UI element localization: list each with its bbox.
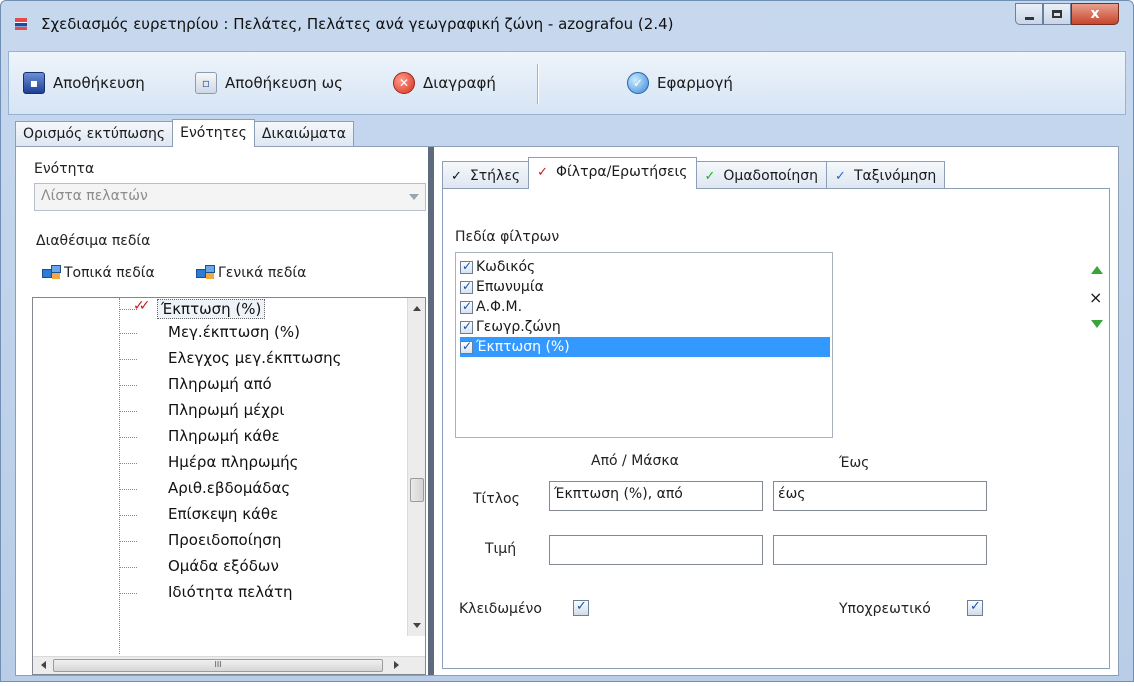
locked-label: Κλειδωμένο bbox=[459, 601, 542, 617]
apply-checkmark-icon: ✓ bbox=[627, 72, 649, 94]
tab-columns[interactable]: ✓ Στήλες bbox=[442, 161, 530, 189]
move-up-arrow-icon[interactable] bbox=[1091, 266, 1103, 274]
application-window: Σχεδιασμός ευρετηρίου : Πελάτες, Πελάτες… bbox=[0, 0, 1134, 682]
checkbox[interactable] bbox=[460, 259, 473, 274]
minimize-icon bbox=[1024, 16, 1034, 20]
delete-label: Διαγραφή bbox=[423, 74, 496, 92]
value-label: Τιμή bbox=[485, 541, 517, 557]
general-fields-icon bbox=[196, 265, 215, 279]
scroll-right-icon[interactable] bbox=[394, 661, 399, 669]
scroll-down-icon[interactable] bbox=[413, 623, 421, 628]
close-button[interactable]: x bbox=[1071, 3, 1119, 25]
scroll-up-icon[interactable] bbox=[413, 306, 421, 311]
value-to-input[interactable] bbox=[773, 535, 987, 565]
apply-button[interactable]: ✓ Εφαρμογή bbox=[627, 72, 733, 94]
check-icon: ✓ bbox=[537, 165, 549, 180]
checkbox[interactable] bbox=[460, 319, 473, 334]
list-item[interactable]: Έκπτωση (%) bbox=[460, 337, 830, 357]
filters-panel: Πεδία φίλτρων Κωδικός Επωνυμία Α.Φ.Μ. Γε… bbox=[442, 188, 1110, 669]
check-icon: ✓ bbox=[704, 169, 716, 184]
title-from-input[interactable]: Έκπτωση (%), από bbox=[549, 481, 763, 511]
section-select[interactable]: Λίστα πελατών bbox=[34, 183, 426, 211]
local-fields-icon bbox=[42, 265, 61, 279]
sub-tabs: ✓ Στήλες ✓ Φίλτρα/Ερωτήσεις ✓ Ομαδοποίηση ✓… bbox=[442, 157, 946, 189]
tab-filters[interactable]: ✓ Φίλτρα/Ερωτήσεις bbox=[528, 157, 697, 189]
fields-tree[interactable]: ✓✓ Έκπτωση (%) Μεγ.έκπτωση (%) Ελεγχος μ… bbox=[32, 297, 426, 675]
section-select-value: Λίστα πελατών bbox=[41, 188, 148, 204]
tab-grouping[interactable]: ✓ Ομαδοποίηση bbox=[695, 161, 828, 189]
window-controls: x bbox=[1015, 3, 1119, 25]
save-button[interactable]: ▪ Αποθήκευση bbox=[23, 72, 145, 94]
toolbar: ▪ Αποθήκευση ▫ Αποθήκευση ως ✕ Διαγραφή … bbox=[8, 51, 1126, 115]
required-label: Υποχρεωτικό bbox=[839, 601, 931, 617]
title-bar: Σχεδιασμός ευρετηρίου : Πελάτες, Πελάτες… bbox=[1, 1, 1133, 51]
checkbox[interactable] bbox=[460, 339, 473, 354]
scroll-left-icon[interactable] bbox=[41, 661, 46, 669]
app-logo-icon bbox=[15, 15, 30, 33]
title-label: Τίτλος bbox=[473, 491, 520, 507]
filter-fields-label: Πεδία φίλτρων bbox=[455, 229, 560, 245]
delete-button[interactable]: ✕ Διαγραφή bbox=[393, 72, 496, 94]
local-fields-text: Τοπικά πεδία bbox=[64, 265, 155, 281]
checkbox[interactable] bbox=[460, 279, 473, 294]
remove-field-icon[interactable]: × bbox=[1089, 288, 1102, 307]
check-icon: ✓ bbox=[835, 169, 846, 184]
general-fields-text: Γενικά πεδία bbox=[218, 265, 307, 281]
section-label: Ενότητα bbox=[34, 161, 95, 177]
tree-guide-line bbox=[119, 298, 120, 654]
close-icon: x bbox=[1090, 6, 1100, 22]
left-panel: Ενότητα Λίστα πελατών Διαθέσιμα πεδία Το… bbox=[16, 147, 428, 675]
red-check-icon: ✓✓ bbox=[133, 298, 151, 314]
save-as-button[interactable]: ▫ Αποθήκευση ως bbox=[195, 72, 343, 94]
available-fields-label: Διαθέσιμα πεδία bbox=[36, 233, 151, 249]
tab-print-definition[interactable]: Ορισμός εκτύπωσης bbox=[15, 121, 174, 147]
sections-content: Ενότητα Λίστα πελατών Διαθέσιμα πεδία Το… bbox=[15, 146, 1119, 676]
list-item[interactable]: Γεωγρ.ζώνη bbox=[460, 317, 830, 337]
tree-horizontal-scrollbar[interactable]: III bbox=[33, 656, 425, 674]
value-from-input[interactable] bbox=[549, 535, 763, 565]
check-icon: ✓ bbox=[451, 169, 462, 184]
local-fields-link[interactable]: Τοπικά πεδία bbox=[42, 265, 155, 281]
from-mask-header: Από / Μάσκα bbox=[591, 453, 679, 469]
filter-fields-list[interactable]: Κωδικός Επωνυμία Α.Φ.Μ. Γεωγρ.ζώνη Έκπτω… bbox=[455, 252, 833, 438]
title-to-input[interactable]: έως bbox=[773, 481, 987, 511]
main-tabs: Ορισμός εκτύπωσης Ενότητες Δικαιώματα bbox=[15, 119, 354, 147]
move-down-arrow-icon[interactable] bbox=[1091, 320, 1103, 328]
hscroll-thumb[interactable]: III bbox=[53, 659, 383, 672]
locked-checkbox[interactable] bbox=[573, 599, 589, 616]
tab-sections[interactable]: Ενότητες bbox=[172, 119, 255, 147]
window-title: Σχεδιασμός ευρετηρίου : Πελάτες, Πελάτες… bbox=[41, 15, 674, 33]
minimize-button[interactable] bbox=[1015, 3, 1043, 25]
right-panel: ✓ Στήλες ✓ Φίλτρα/Ερωτήσεις ✓ Ομαδοποίηση ✓… bbox=[434, 147, 1118, 675]
to-header: Έως bbox=[839, 455, 870, 471]
checkbox[interactable] bbox=[460, 299, 473, 314]
save-label: Αποθήκευση bbox=[53, 74, 145, 92]
list-item[interactable]: Α.Φ.Μ. bbox=[460, 297, 830, 317]
list-item[interactable]: Κωδικός bbox=[460, 257, 830, 277]
chevron-down-icon bbox=[409, 194, 419, 200]
toolbar-separator bbox=[537, 64, 538, 104]
maximize-icon bbox=[1052, 10, 1062, 18]
floppy-disk-icon: ▪ bbox=[23, 72, 45, 94]
scroll-thumb[interactable] bbox=[410, 478, 424, 502]
list-item[interactable]: Επωνυμία bbox=[460, 277, 830, 297]
tree-vertical-scrollbar[interactable] bbox=[407, 298, 425, 636]
delete-icon: ✕ bbox=[393, 72, 415, 94]
general-fields-link[interactable]: Γενικά πεδία bbox=[196, 265, 306, 281]
apply-label: Εφαρμογή bbox=[657, 74, 733, 92]
save-as-icon: ▫ bbox=[195, 72, 217, 94]
maximize-button[interactable] bbox=[1043, 3, 1071, 25]
required-checkbox[interactable] bbox=[967, 599, 983, 616]
tab-permissions[interactable]: Δικαιώματα bbox=[253, 121, 354, 147]
save-as-label: Αποθήκευση ως bbox=[225, 74, 343, 92]
tab-sorting[interactable]: ✓ Ταξινόμηση bbox=[826, 161, 946, 189]
